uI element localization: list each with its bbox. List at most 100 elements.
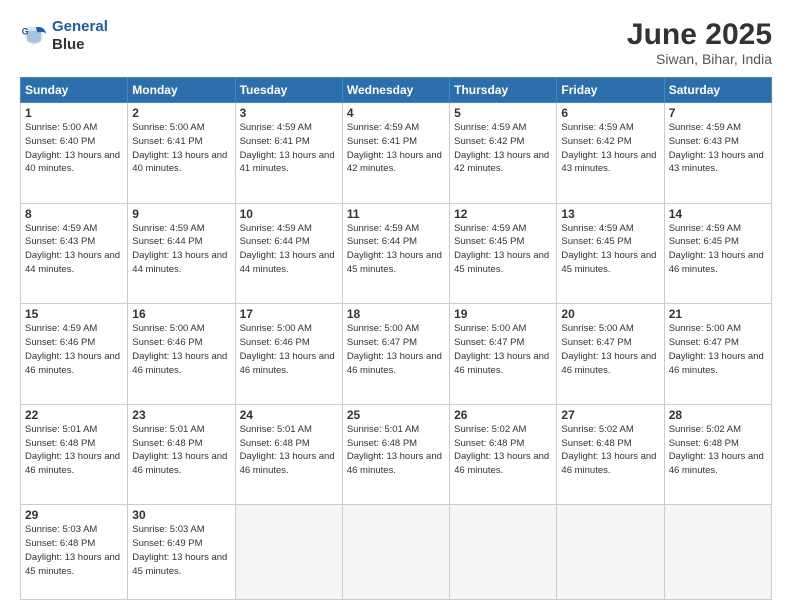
day-number: 7: [669, 106, 767, 120]
day-info: Sunrise: 5:02 AMSunset: 6:48 PMDaylight:…: [454, 423, 552, 478]
day-number: 20: [561, 307, 659, 321]
day-number: 11: [347, 207, 445, 221]
calendar-cell: 28Sunrise: 5:02 AMSunset: 6:48 PMDayligh…: [664, 404, 771, 505]
day-info: Sunrise: 4:59 AMSunset: 6:45 PMDaylight:…: [561, 222, 659, 277]
day-info: Sunrise: 4:59 AMSunset: 6:46 PMDaylight:…: [25, 322, 123, 377]
day-number: 17: [240, 307, 338, 321]
day-number: 21: [669, 307, 767, 321]
calendar-cell: 11Sunrise: 4:59 AMSunset: 6:44 PMDayligh…: [342, 203, 449, 304]
calendar-cell: 26Sunrise: 5:02 AMSunset: 6:48 PMDayligh…: [450, 404, 557, 505]
day-info: Sunrise: 4:59 AMSunset: 6:42 PMDaylight:…: [561, 121, 659, 176]
page: G General Blue June 2025 Siwan, Bihar, I…: [0, 0, 792, 612]
calendar-cell: 5Sunrise: 4:59 AMSunset: 6:42 PMDaylight…: [450, 103, 557, 204]
calendar-cell: 22Sunrise: 5:01 AMSunset: 6:48 PMDayligh…: [21, 404, 128, 505]
title-block: June 2025 Siwan, Bihar, India: [627, 18, 772, 67]
day-info: Sunrise: 5:01 AMSunset: 6:48 PMDaylight:…: [132, 423, 230, 478]
day-number: 24: [240, 408, 338, 422]
calendar-cell: 8Sunrise: 4:59 AMSunset: 6:43 PMDaylight…: [21, 203, 128, 304]
calendar-cell: 6Sunrise: 4:59 AMSunset: 6:42 PMDaylight…: [557, 103, 664, 204]
day-number: 18: [347, 307, 445, 321]
svg-text:G: G: [22, 26, 29, 36]
day-number: 19: [454, 307, 552, 321]
calendar-cell: 1Sunrise: 5:00 AMSunset: 6:40 PMDaylight…: [21, 103, 128, 204]
day-info: Sunrise: 5:00 AMSunset: 6:47 PMDaylight:…: [669, 322, 767, 377]
day-info: Sunrise: 4:59 AMSunset: 6:41 PMDaylight:…: [240, 121, 338, 176]
calendar-cell: 15Sunrise: 4:59 AMSunset: 6:46 PMDayligh…: [21, 304, 128, 405]
logo-line1: General: [52, 18, 108, 35]
logo-icon: G: [20, 22, 48, 50]
day-header: Thursday: [450, 78, 557, 103]
day-info: Sunrise: 4:59 AMSunset: 6:43 PMDaylight:…: [669, 121, 767, 176]
day-info: Sunrise: 5:00 AMSunset: 6:46 PMDaylight:…: [240, 322, 338, 377]
day-header: Monday: [128, 78, 235, 103]
day-info: Sunrise: 4:59 AMSunset: 6:41 PMDaylight:…: [347, 121, 445, 176]
calendar-cell: 17Sunrise: 5:00 AMSunset: 6:46 PMDayligh…: [235, 304, 342, 405]
day-info: Sunrise: 4:59 AMSunset: 6:45 PMDaylight:…: [454, 222, 552, 277]
day-info: Sunrise: 5:02 AMSunset: 6:48 PMDaylight:…: [669, 423, 767, 478]
day-info: Sunrise: 5:00 AMSunset: 6:41 PMDaylight:…: [132, 121, 230, 176]
day-number: 10: [240, 207, 338, 221]
calendar-cell: [557, 505, 664, 600]
day-number: 16: [132, 307, 230, 321]
logo: G General Blue: [20, 18, 108, 54]
day-info: Sunrise: 5:00 AMSunset: 6:47 PMDaylight:…: [347, 322, 445, 377]
day-header: Friday: [557, 78, 664, 103]
day-number: 27: [561, 408, 659, 422]
calendar-cell: 2Sunrise: 5:00 AMSunset: 6:41 PMDaylight…: [128, 103, 235, 204]
day-header: Saturday: [664, 78, 771, 103]
calendar-cell: 24Sunrise: 5:01 AMSunset: 6:48 PMDayligh…: [235, 404, 342, 505]
calendar-cell: 3Sunrise: 4:59 AMSunset: 6:41 PMDaylight…: [235, 103, 342, 204]
day-info: Sunrise: 5:01 AMSunset: 6:48 PMDaylight:…: [347, 423, 445, 478]
day-info: Sunrise: 4:59 AMSunset: 6:42 PMDaylight:…: [454, 121, 552, 176]
calendar-cell: 9Sunrise: 4:59 AMSunset: 6:44 PMDaylight…: [128, 203, 235, 304]
calendar-cell: 12Sunrise: 4:59 AMSunset: 6:45 PMDayligh…: [450, 203, 557, 304]
day-header: Wednesday: [342, 78, 449, 103]
calendar-cell: 7Sunrise: 4:59 AMSunset: 6:43 PMDaylight…: [664, 103, 771, 204]
day-number: 15: [25, 307, 123, 321]
day-number: 12: [454, 207, 552, 221]
main-title: June 2025: [627, 18, 772, 51]
day-info: Sunrise: 4:59 AMSunset: 6:45 PMDaylight:…: [669, 222, 767, 277]
day-number: 26: [454, 408, 552, 422]
day-number: 28: [669, 408, 767, 422]
day-number: 3: [240, 106, 338, 120]
day-info: Sunrise: 5:01 AMSunset: 6:48 PMDaylight:…: [240, 423, 338, 478]
day-info: Sunrise: 4:59 AMSunset: 6:44 PMDaylight:…: [347, 222, 445, 277]
day-info: Sunrise: 5:03 AMSunset: 6:48 PMDaylight:…: [25, 523, 123, 578]
day-number: 1: [25, 106, 123, 120]
calendar-cell: 23Sunrise: 5:01 AMSunset: 6:48 PMDayligh…: [128, 404, 235, 505]
day-number: 30: [132, 508, 230, 522]
day-info: Sunrise: 5:01 AMSunset: 6:48 PMDaylight:…: [25, 423, 123, 478]
day-number: 13: [561, 207, 659, 221]
calendar-cell: [342, 505, 449, 600]
day-info: Sunrise: 5:00 AMSunset: 6:47 PMDaylight:…: [454, 322, 552, 377]
day-number: 25: [347, 408, 445, 422]
calendar-cell: 14Sunrise: 4:59 AMSunset: 6:45 PMDayligh…: [664, 203, 771, 304]
day-info: Sunrise: 4:59 AMSunset: 6:44 PMDaylight:…: [240, 222, 338, 277]
calendar-cell: 27Sunrise: 5:02 AMSunset: 6:48 PMDayligh…: [557, 404, 664, 505]
calendar-cell: [664, 505, 771, 600]
logo-text: General Blue: [52, 18, 108, 54]
day-number: 6: [561, 106, 659, 120]
day-header: Tuesday: [235, 78, 342, 103]
day-number: 4: [347, 106, 445, 120]
day-number: 14: [669, 207, 767, 221]
calendar-cell: 21Sunrise: 5:00 AMSunset: 6:47 PMDayligh…: [664, 304, 771, 405]
calendar-cell: 29Sunrise: 5:03 AMSunset: 6:48 PMDayligh…: [21, 505, 128, 600]
day-info: Sunrise: 5:02 AMSunset: 6:48 PMDaylight:…: [561, 423, 659, 478]
calendar-cell: 10Sunrise: 4:59 AMSunset: 6:44 PMDayligh…: [235, 203, 342, 304]
calendar-cell: 4Sunrise: 4:59 AMSunset: 6:41 PMDaylight…: [342, 103, 449, 204]
day-number: 29: [25, 508, 123, 522]
day-info: Sunrise: 5:00 AMSunset: 6:47 PMDaylight:…: [561, 322, 659, 377]
day-header: Sunday: [21, 78, 128, 103]
calendar-cell: 20Sunrise: 5:00 AMSunset: 6:47 PMDayligh…: [557, 304, 664, 405]
day-number: 23: [132, 408, 230, 422]
day-number: 9: [132, 207, 230, 221]
header: G General Blue June 2025 Siwan, Bihar, I…: [20, 18, 772, 67]
calendar-cell: 19Sunrise: 5:00 AMSunset: 6:47 PMDayligh…: [450, 304, 557, 405]
day-info: Sunrise: 5:00 AMSunset: 6:46 PMDaylight:…: [132, 322, 230, 377]
calendar-cell: 25Sunrise: 5:01 AMSunset: 6:48 PMDayligh…: [342, 404, 449, 505]
day-info: Sunrise: 4:59 AMSunset: 6:44 PMDaylight:…: [132, 222, 230, 277]
calendar-cell: 16Sunrise: 5:00 AMSunset: 6:46 PMDayligh…: [128, 304, 235, 405]
day-info: Sunrise: 4:59 AMSunset: 6:43 PMDaylight:…: [25, 222, 123, 277]
